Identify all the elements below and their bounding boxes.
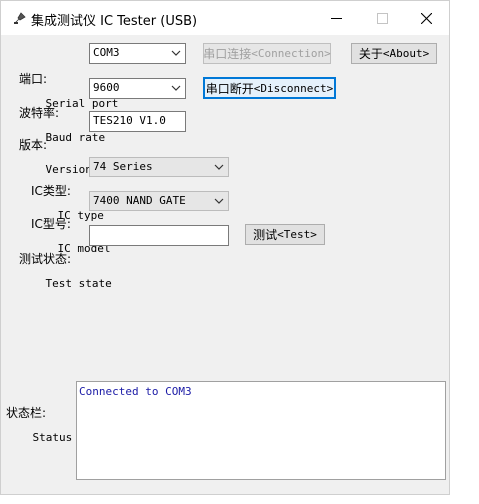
minimize-button[interactable]: [313, 1, 359, 35]
about-button-label-en: <About>: [382, 47, 430, 60]
maximize-icon: [376, 12, 388, 24]
baud-rate-select[interactable]: 9600: [89, 78, 186, 99]
connect-button-label-zh: 串口连接: [203, 47, 252, 61]
maximize-button: [359, 1, 405, 35]
status-log-text: Connected to COM3: [79, 385, 192, 398]
chevron-down-icon: [171, 50, 181, 56]
connect-button[interactable]: 串口连接 <Connection>: [203, 43, 331, 64]
close-icon: [420, 12, 432, 24]
test-state-field[interactable]: [89, 225, 229, 246]
ic-type-value: 74 Series: [93, 160, 153, 173]
ic-model-select[interactable]: 7400 NAND GATE: [89, 191, 229, 211]
chevron-down-icon: [214, 198, 224, 204]
status-log[interactable]: Connected to COM3: [76, 381, 446, 480]
connect-button-label-en: <Connection>: [251, 47, 331, 60]
version-label-zh: 版本:: [19, 138, 48, 152]
chevron-down-icon: [214, 164, 224, 170]
minimize-icon: [330, 17, 342, 19]
test-button-label-zh: 测试: [253, 228, 278, 242]
test-state-label-zh: 测试状态:: [19, 252, 72, 266]
title-bar[interactable]: 集成测试仪 IC Tester (USB): [1, 1, 449, 35]
serial-port-value: COM3: [93, 46, 120, 59]
close-button[interactable]: [403, 1, 449, 35]
test-state-label-en: Test state: [45, 277, 112, 290]
about-button[interactable]: 关于 <About>: [351, 43, 437, 64]
baud-rate-value: 9600: [93, 81, 120, 94]
main-window: 集成测试仪 IC Tester (USB) 端口: Serial port CO…: [0, 0, 450, 495]
version-field[interactable]: TES210 V1.0: [89, 111, 186, 132]
disconnect-button-label-en: <Disconnect>: [253, 81, 334, 95]
about-button-label-zh: 关于: [358, 47, 383, 61]
disconnect-button-label-zh: 串口断开: [205, 81, 254, 96]
chevron-down-icon: [171, 85, 181, 91]
test-button[interactable]: 测试 <Test>: [245, 224, 325, 245]
serial-port-select[interactable]: COM3: [89, 43, 186, 64]
ic-model-value: 7400 NAND GATE: [93, 194, 186, 207]
test-button-label-en: <Test>: [277, 228, 317, 241]
ic-type-select[interactable]: 74 Series: [89, 157, 229, 177]
window-title: 集成测试仪 IC Tester (USB): [31, 14, 198, 29]
app-icon: [14, 12, 26, 24]
disconnect-button[interactable]: 串口断开 <Disconnect>: [203, 77, 336, 99]
